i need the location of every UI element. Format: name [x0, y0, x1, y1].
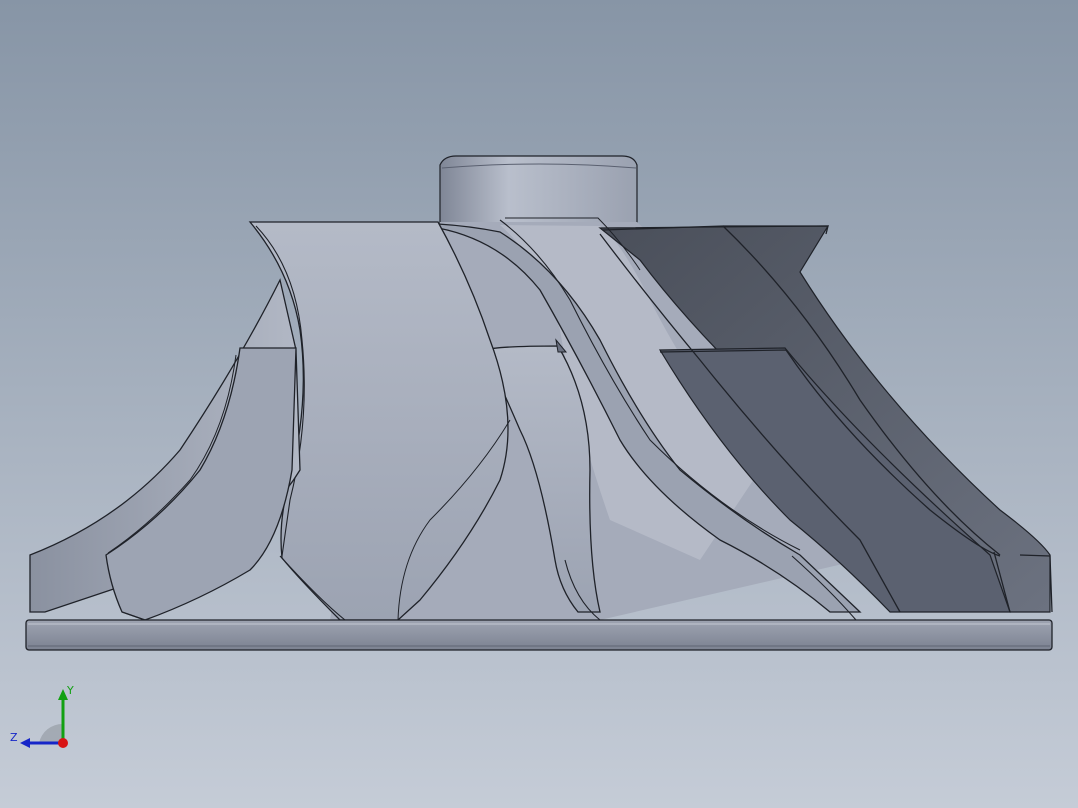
x-axis-dot: [58, 738, 68, 748]
orientation-triad[interactable]: Y Z: [10, 684, 80, 754]
impeller-model[interactable]: [0, 0, 1078, 808]
y-axis-label: Y: [67, 684, 74, 697]
graphics-viewport[interactable]: Y Z: [0, 0, 1078, 808]
z-axis-arrow: [20, 738, 30, 748]
z-axis-label: Z: [10, 731, 18, 744]
backplate: [25, 619, 1053, 651]
hub-nose: [439, 155, 638, 233]
left-blades: [29, 278, 301, 621]
